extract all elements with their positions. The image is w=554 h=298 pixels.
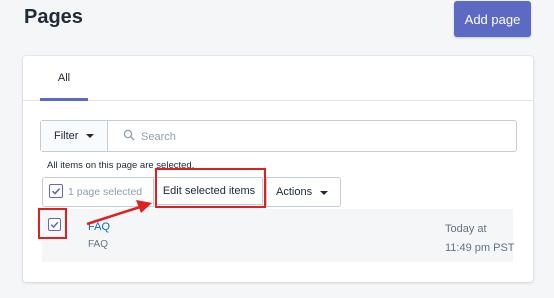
actions-button[interactable]: Actions [266,177,341,207]
chevron-down-icon [86,134,94,138]
annotation-box-edit [155,168,266,208]
chevron-down-icon [320,191,328,195]
pages-card: All Filter All items on this page are se… [23,56,533,282]
filter-button-label: Filter [54,130,79,142]
tab-active-underline [40,98,88,101]
tab-bar: All [23,56,533,101]
actions-button-label: Actions [276,186,313,198]
row-updated-date: Today at 11:49 pm PST [445,223,515,254]
search-input[interactable] [139,127,503,147]
bulk-selected-label: 1 page selected [68,186,143,198]
filter-button[interactable]: Filter [41,121,108,151]
table-row[interactable]: FAQ FAQ Today at 11:49 pm PST [42,209,515,262]
page-title: Pages [24,6,83,28]
row-title-link[interactable]: FAQ [88,221,110,233]
checkmark-icon [51,188,61,195]
annotation-box-checkbox [38,208,67,239]
add-page-button[interactable]: Add page [454,1,531,37]
bulk-select-checkbox[interactable] [49,184,63,198]
filter-row: Filter [40,120,517,152]
tab-all[interactable]: All [40,56,88,101]
search-icon [123,129,135,141]
bulk-select-group[interactable]: 1 page selected [42,177,154,207]
row-subtitle: FAQ [88,239,109,250]
tab-all-label: All [57,72,71,84]
